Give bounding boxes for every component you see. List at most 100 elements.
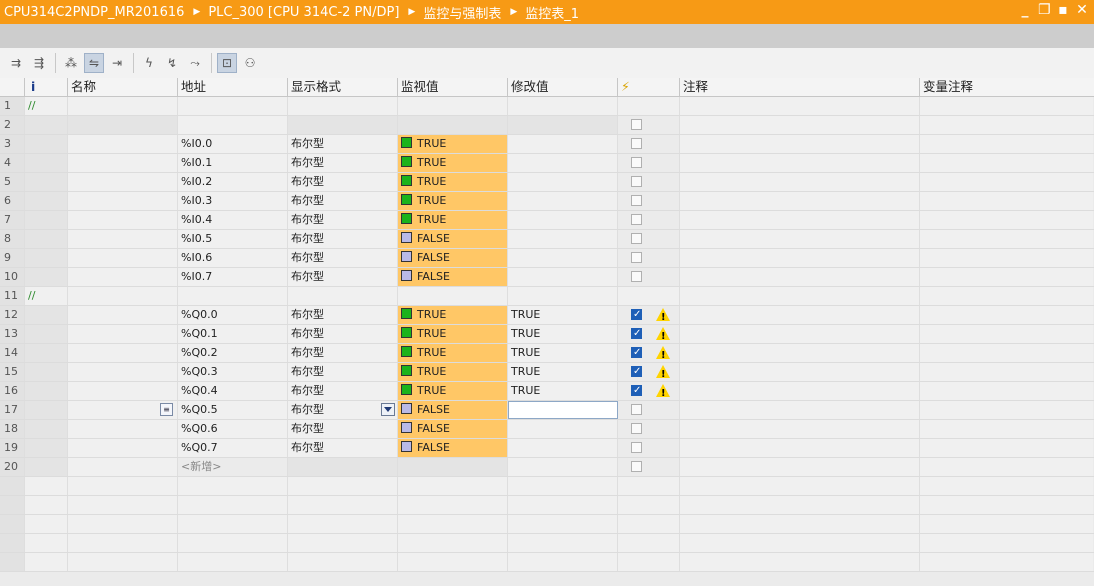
address-cell[interactable]: %Q0.2 (178, 344, 288, 362)
variable-comment-cell[interactable] (920, 268, 1093, 286)
variable-comment-cell[interactable] (920, 420, 1093, 438)
comment-cell[interactable] (680, 154, 920, 172)
modify-checkbox[interactable] (631, 306, 642, 324)
modify-value-cell[interactable] (508, 458, 618, 476)
header-address[interactable]: 地址 (178, 78, 288, 96)
address-cell[interactable]: %Q0.5 ≡ (160, 401, 288, 419)
modify-checkbox[interactable] (631, 214, 642, 225)
modify-value-cell[interactable]: TRUE (508, 382, 618, 400)
address-cell[interactable]: %I0.5 (178, 230, 288, 248)
modify-checkbox[interactable] (631, 325, 642, 343)
display-format-cell[interactable]: 布尔型 (288, 344, 398, 362)
show-modify-columns-icon[interactable]: ⊡ (217, 53, 237, 73)
name-cell[interactable] (68, 154, 178, 172)
row-number[interactable]: 3 (0, 135, 25, 153)
update-once-icon[interactable]: ⁂ (61, 53, 81, 73)
modify-checkbox[interactable] (631, 442, 642, 453)
name-cell[interactable] (68, 363, 178, 381)
address-picker-icon[interactable]: ≡ (160, 403, 173, 416)
variable-comment-cell[interactable] (920, 97, 1093, 115)
display-format-cell[interactable]: 布尔型 (288, 363, 398, 381)
breadcrumb-device[interactable]: PLC_300 [CPU 314C-2 PN/DP] (208, 5, 399, 20)
display-format-cell[interactable]: 布尔型 (288, 230, 398, 248)
modify-value-cell[interactable] (508, 249, 618, 267)
display-format-cell[interactable]: 布尔型 (288, 420, 398, 438)
modify-checkbox[interactable] (631, 252, 642, 263)
modify-checkbox[interactable] (631, 119, 642, 130)
maximize-icon[interactable]: ▪ (1057, 2, 1069, 18)
display-format-cell[interactable]: 布尔型 (288, 173, 398, 191)
modify-enable-cell[interactable] (618, 192, 680, 210)
table-row[interactable]: 1// (0, 97, 1094, 116)
row-number[interactable]: 5 (0, 173, 25, 191)
modify-checkbox[interactable] (631, 344, 642, 362)
modify-enable-cell[interactable] (618, 344, 680, 362)
modify-checkbox[interactable] (631, 157, 642, 168)
insert-row-icon[interactable]: ⇉ (6, 53, 26, 73)
restore-icon[interactable]: ❐ (1038, 2, 1051, 18)
modify-enable-cell[interactable] (618, 363, 680, 381)
modify-value-cell[interactable] (508, 97, 618, 115)
table-row[interactable]: 15 %Q0.3 布尔型 TRUE TRUE (0, 363, 1094, 382)
name-cell[interactable] (68, 439, 178, 457)
name-cell[interactable] (68, 192, 178, 210)
monitor-once-icon[interactable]: ⇥ (107, 53, 127, 73)
display-format-cell[interactable]: 布尔型 (288, 306, 398, 324)
modify-checkbox[interactable] (631, 363, 642, 381)
address-cell[interactable] (178, 116, 288, 134)
table-row[interactable]: 6 %I0.3 布尔型 TRUE (0, 192, 1094, 211)
name-cell[interactable] (68, 230, 178, 248)
address-cell[interactable]: %I0.0 (178, 135, 288, 153)
header-modify-value[interactable]: 修改值 (508, 78, 618, 96)
display-format-cell[interactable]: 布尔型 (288, 401, 398, 419)
address-cell[interactable]: <新增> (178, 458, 288, 476)
modify-checkbox[interactable] (631, 423, 642, 434)
comment-cell[interactable] (680, 135, 920, 153)
row-number[interactable]: 1 (0, 97, 25, 115)
address-cell[interactable]: %Q0.0 (178, 306, 288, 324)
header-monitor-value[interactable]: 监视值 (398, 78, 508, 96)
display-format-cell[interactable]: 布尔型 (288, 249, 398, 267)
row-number[interactable]: 13 (0, 325, 25, 343)
minimize-icon[interactable]: _ (1019, 2, 1031, 18)
modify-checkbox[interactable] (631, 461, 642, 472)
modify-now-icon[interactable]: ϟ (139, 53, 159, 73)
display-format-cell[interactable] (288, 458, 398, 476)
format-dropdown-icon[interactable] (381, 403, 395, 416)
name-cell[interactable] (68, 249, 178, 267)
name-cell[interactable] (68, 173, 178, 191)
address-cell[interactable]: %I0.2 (178, 173, 288, 191)
variable-comment-cell[interactable] (920, 439, 1093, 457)
modify-value-cell[interactable]: TRUE (508, 363, 618, 381)
close-icon[interactable]: ✕ (1076, 2, 1088, 18)
comment-cell[interactable] (680, 230, 920, 248)
table-row[interactable]: 10 %I0.7 布尔型 FALSE (0, 268, 1094, 287)
comment-cell[interactable] (680, 249, 920, 267)
row-number[interactable]: 10 (0, 268, 25, 286)
row-number[interactable]: 12 (0, 306, 25, 324)
header-comment[interactable]: 注释 (680, 78, 920, 96)
modify-checkbox[interactable] (631, 382, 642, 400)
table-row[interactable]: 11// (0, 287, 1094, 306)
display-format-cell[interactable]: 布尔型 (288, 439, 398, 457)
table-row[interactable]: 3 %I0.0 布尔型 TRUE (0, 135, 1094, 154)
modify-enable-cell[interactable] (618, 458, 680, 476)
row-number[interactable]: 20 (0, 458, 25, 476)
variable-comment-cell[interactable] (920, 382, 1093, 400)
modify-value-cell[interactable]: TRUE (508, 306, 618, 324)
modify-checkbox[interactable] (631, 404, 642, 415)
name-cell[interactable] (68, 306, 178, 324)
comment-cell[interactable] (680, 211, 920, 229)
modify-value-cell[interactable] (508, 173, 618, 191)
table-row[interactable]: 16 %Q0.4 布尔型 TRUE TRUE (0, 382, 1094, 401)
table-row[interactable]: 19 %Q0.7 布尔型 FALSE (0, 439, 1094, 458)
variable-comment-cell[interactable] (920, 173, 1093, 191)
modify-checkbox[interactable] (631, 233, 642, 244)
table-row[interactable]: 4 %I0.1 布尔型 TRUE (0, 154, 1094, 173)
comment-cell[interactable] (680, 401, 920, 419)
row-number[interactable]: 19 (0, 439, 25, 457)
header-name[interactable]: 名称 (68, 78, 178, 96)
add-new-placeholder[interactable]: <新增> (181, 460, 221, 473)
table-row[interactable]: 12 %Q0.0 布尔型 TRUE TRUE (0, 306, 1094, 325)
table-row[interactable]: 2 (0, 116, 1094, 135)
